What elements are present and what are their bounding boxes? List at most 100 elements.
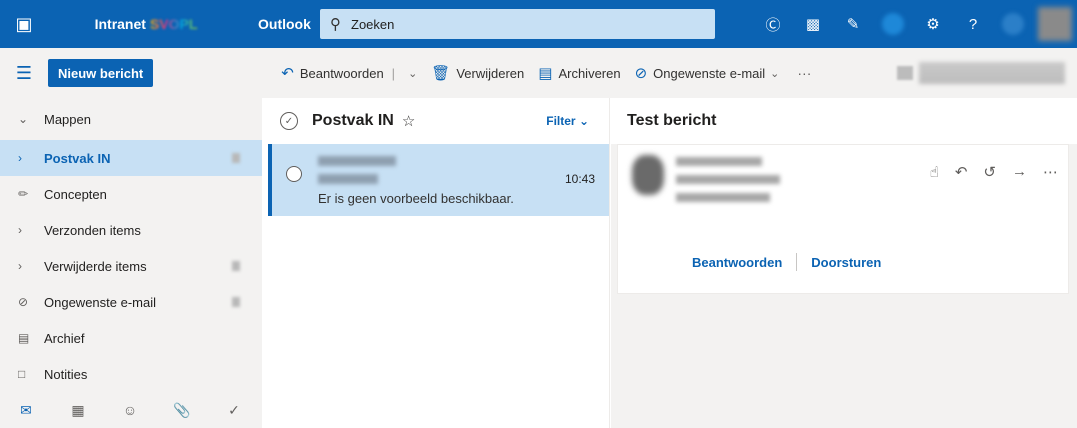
chevron-right-icon[interactable]: ›: [0, 223, 44, 237]
trash-icon: 🗑: [431, 65, 451, 82]
select-checkbox[interactable]: [286, 166, 302, 182]
search-placeholder: Zoeken: [351, 16, 395, 32]
star-icon[interactable]: ☆: [402, 112, 415, 130]
view-settings[interactable]: [897, 58, 1065, 88]
settings-icon[interactable]: ⚙: [913, 0, 953, 48]
folder-label: Verzonden items: [44, 222, 141, 238]
chevron-down-icon[interactable]: ⌄: [408, 67, 417, 80]
todo-icon[interactable]: ✓: [208, 402, 260, 419]
reply-button[interactable]: ↶ Beantwoorden | ⌄: [281, 64, 417, 82]
unread-count: [232, 261, 240, 271]
avatar[interactable]: [1033, 0, 1077, 48]
reply-link[interactable]: Beantwoorden: [678, 255, 796, 270]
module-switcher: ✉ ▦ ☺ 📎 ✓: [0, 392, 262, 428]
forward-icon[interactable]: →: [1012, 163, 1027, 181]
folder-drafts[interactable]: ✏ Concepten: [0, 176, 262, 212]
folders-header[interactable]: ⌄ Mappen: [0, 98, 262, 140]
sender-name: [318, 156, 396, 166]
sender-email: [676, 175, 780, 184]
brand-logo[interactable]: Intranet SVOPL: [48, 0, 244, 48]
chevron-right-icon[interactable]: ›: [0, 151, 44, 165]
app-launcher-icon[interactable]: ▣: [0, 0, 48, 48]
avatar: [632, 155, 664, 195]
command-bar: ☰ Nieuw bericht ↶ Beantwoorden | ⌄ 🗑 Ver…: [0, 48, 1077, 98]
pencil-icon: ✏: [18, 187, 29, 201]
recipient: [676, 193, 770, 202]
help-icon[interactable]: ?: [953, 0, 993, 48]
search-icon: ⚲: [330, 16, 341, 33]
folder-deleted[interactable]: › Verwijderde items: [0, 248, 262, 284]
folder-label: Notities: [44, 366, 88, 382]
folder-label: Concepten: [44, 186, 107, 202]
brand-name: Intranet: [94, 16, 146, 32]
folder-inbox[interactable]: › Postvak IN: [0, 140, 262, 176]
more-options-icon[interactable]: ⋯: [1043, 163, 1058, 181]
divider: |: [391, 65, 396, 81]
new-message-button[interactable]: Nieuw bericht: [48, 59, 154, 87]
blocked-icon: ⊘: [18, 295, 29, 309]
select-all-checkbox[interactable]: ✓: [280, 112, 298, 130]
suite-header: ▣ Intranet SVOPL Outlook ⚲ Zoeken Ⓒ ▩ ✎ …: [0, 0, 1077, 48]
folder-label: Postvak IN: [44, 150, 111, 166]
reply-icon: ↶: [281, 65, 294, 82]
sender-name: [676, 157, 762, 166]
search-input[interactable]: ⚲ Zoeken: [320, 9, 715, 39]
message-card: ☝ ↶ ↺ → ⋯ Beantwoorden Doorsturen: [617, 144, 1069, 294]
more-options-icon[interactable]: ···: [797, 65, 811, 81]
tasks-icon[interactable]: ✎: [833, 0, 873, 48]
folder-pane: ⌄ Mappen › Postvak IN ✏ Concepten › Verz…: [0, 98, 262, 428]
people-icon[interactable]: ☺: [104, 402, 156, 418]
delete-label: Verwijderen: [456, 65, 525, 81]
folder-notes[interactable]: □ Notities: [0, 356, 262, 392]
calendar-icon[interactable]: ▦: [52, 402, 104, 419]
chevron-down-icon: ⌄: [770, 67, 780, 80]
message-actions: ☝ ↶ ↺ → ⋯: [930, 163, 1058, 181]
message-subject: [318, 174, 378, 184]
unread-count: [232, 297, 240, 307]
message-list-header: ✓ Postvak IN ☆ Filter ⌄: [268, 98, 609, 144]
folders-header-label: Mappen: [44, 111, 91, 127]
message-time: 10:43: [564, 172, 595, 186]
quick-actions: Beantwoorden Doorsturen: [678, 253, 895, 271]
brand-mark: SVOPL: [149, 16, 198, 32]
filter-button[interactable]: Filter ⌄: [546, 114, 589, 128]
view-icon: [897, 66, 913, 80]
forward-link[interactable]: Doorsturen: [797, 255, 895, 270]
mail-icon[interactable]: ✉: [0, 402, 52, 419]
menu-icon[interactable]: ☰: [0, 48, 48, 98]
folder-label: Verwijderde items: [44, 258, 147, 274]
message-subject-heading: Test bericht: [611, 98, 1077, 144]
skype-icon[interactable]: Ⓒ: [753, 0, 793, 48]
office-icon[interactable]: ▩: [793, 0, 833, 48]
archive-button[interactable]: ▤ Archiveren: [538, 64, 620, 82]
chevron-right-icon[interactable]: ›: [0, 259, 44, 273]
blocked-icon: ⊘: [634, 65, 648, 82]
reading-pane: Test bericht ☝ ↶ ↺ → ⋯ Beantwoorden Door…: [611, 98, 1077, 428]
profile-icon[interactable]: [993, 0, 1033, 48]
message-list: ✓ Postvak IN ☆ Filter ⌄ 10:43 Er is geen…: [268, 98, 610, 428]
junk-button[interactable]: ⊘ Ongewenste e-mail ⌄: [635, 64, 780, 82]
view-label: [919, 62, 1065, 84]
chevron-down-icon: ⌄: [18, 112, 29, 126]
like-icon[interactable]: ☝: [930, 163, 939, 181]
folder-label: Ongewenste e-mail: [44, 294, 156, 310]
list-item[interactable]: 10:43 Er is geen voorbeeld beschikbaar.: [268, 144, 609, 216]
folder-sent[interactable]: › Verzonden items: [0, 212, 262, 248]
folder-junk[interactable]: ⊘ Ongewenste e-mail: [0, 284, 262, 320]
unread-count: [232, 153, 240, 163]
app-name[interactable]: Outlook: [244, 16, 320, 32]
message-preview: Er is geen voorbeeld beschikbaar.: [318, 191, 514, 206]
folder-label: Archief: [44, 330, 85, 346]
delete-button[interactable]: 🗑 Verwijderen: [431, 64, 524, 82]
folder-title: Postvak IN: [312, 112, 394, 129]
reply-all-icon[interactable]: ↺: [983, 163, 996, 181]
archive-icon: ▤: [538, 65, 553, 82]
archive-label: Archiveren: [558, 65, 621, 81]
attachment-icon[interactable]: 📎: [156, 402, 208, 419]
notification-icon[interactable]: [873, 0, 913, 48]
junk-label: Ongewenste e-mail: [653, 65, 766, 81]
reply-icon[interactable]: ↶: [955, 163, 968, 181]
filter-label: Filter: [546, 114, 576, 128]
folder-archive[interactable]: ▤ Archief: [0, 320, 262, 356]
note-icon: □: [18, 367, 26, 381]
